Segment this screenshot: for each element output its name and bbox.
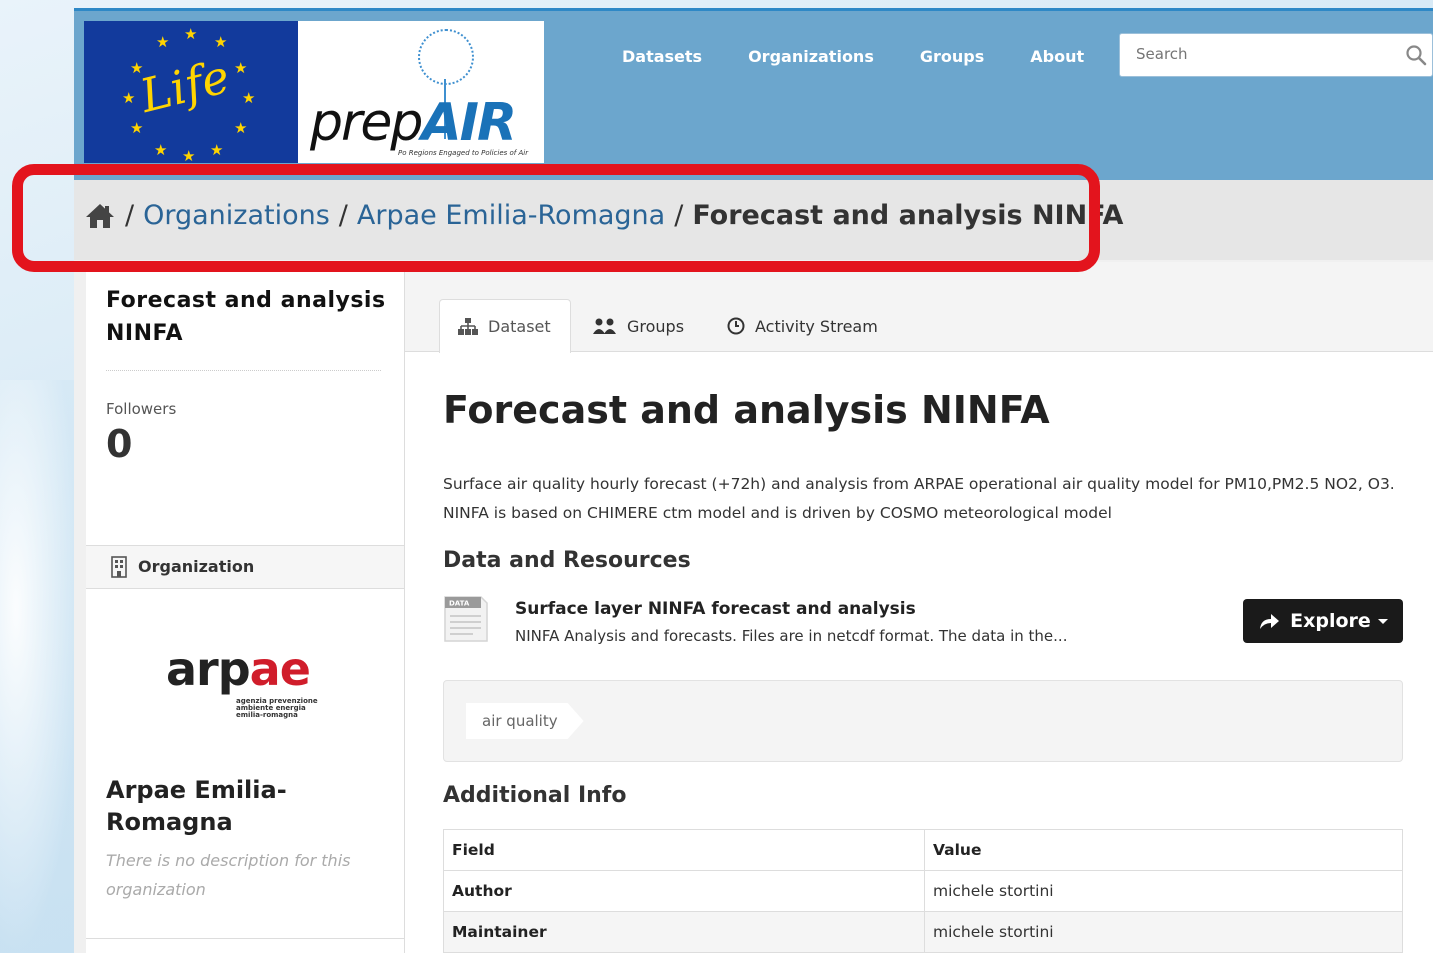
site-container: ★ ★ ★ ★ ★ ★ ★ ★ ★ ★ ★ ★ Life prepAIR Po …: [74, 8, 1433, 953]
additional-info-heading: Additional Info: [443, 783, 627, 808]
tabs-bar: Dataset Groups Activity Stream: [405, 262, 1433, 353]
table-header-row: Field Value: [443, 829, 1403, 871]
explore-button[interactable]: Explore: [1243, 599, 1403, 643]
tag-list: air quality: [443, 680, 1403, 762]
star-icon: ★: [234, 59, 248, 77]
tab-activity-stream-label: Activity Stream: [755, 316, 878, 336]
resources-heading: Data and Resources: [443, 548, 691, 573]
table-cell-field: Maintainer: [443, 911, 925, 953]
breadcrumb-organization[interactable]: Arpae Emilia-Romagna: [357, 200, 665, 231]
nav-groups[interactable]: Groups: [920, 47, 984, 66]
nav-datasets[interactable]: Datasets: [622, 47, 702, 66]
additional-info-table: Field Value Author michele stortini Main…: [443, 829, 1403, 953]
prepair-tagline: Po Regions Engaged to Policies of Air: [398, 149, 529, 157]
data-file-icon[interactable]: DATA: [443, 595, 489, 643]
tab-dataset[interactable]: Dataset: [439, 299, 571, 353]
star-icon: ★: [214, 33, 228, 51]
sidebar-dataset-title: Forecast and analysis NINFA: [106, 288, 386, 346]
resource-title[interactable]: Surface layer NINFA forecast and analysi…: [515, 599, 916, 619]
home-icon[interactable]: [84, 202, 116, 230]
star-icon: ★: [130, 119, 144, 137]
followers-count: 0: [106, 422, 133, 466]
prepair-logo[interactable]: prepAIR Po Regions Engaged to Policies o…: [298, 21, 544, 163]
tab-activity-stream[interactable]: Activity Stream: [727, 299, 878, 353]
tag-item[interactable]: air quality: [466, 703, 584, 739]
table-row: Author michele stortini: [443, 870, 1403, 912]
masthead: ★ ★ ★ ★ ★ ★ ★ ★ ★ ★ ★ ★ Life prepAIR Po …: [74, 8, 1433, 180]
star-icon: ★: [234, 119, 248, 137]
star-icon: ★: [242, 89, 256, 107]
data-file-icon-label: DATA: [449, 600, 470, 608]
star-icon: ★: [210, 141, 224, 159]
main-nav: Datasets Organizations Groups About: [622, 47, 1130, 66]
caret-down-icon: [1377, 618, 1388, 624]
star-icon: ★: [156, 33, 170, 51]
arpae-logo-subtext: agenzia prevenzione ambiente energia emi…: [236, 697, 318, 719]
dataset-notes: Surface air quality hourly forecast (+72…: [443, 475, 1395, 522]
explore-button-label: Explore: [1290, 610, 1371, 632]
dandelion-icon: [418, 29, 474, 139]
search-icon[interactable]: [1404, 43, 1428, 67]
breadcrumb-current[interactable]: Forecast and analysis NINFA: [692, 200, 1123, 231]
nav-about[interactable]: About: [1030, 47, 1084, 66]
resource-description: NINFA Analysis and forecasts. Files are …: [515, 627, 1068, 645]
breadcrumb-separator: /: [125, 200, 135, 231]
tab-groups-label: Groups: [627, 316, 685, 336]
followers-label: Followers: [106, 400, 177, 418]
search-box: [1119, 33, 1433, 77]
tab-groups[interactable]: Groups: [593, 299, 684, 353]
life-logo-text: Life: [134, 48, 235, 124]
table-cell-field: Author: [443, 870, 925, 912]
nav-organizations[interactable]: Organizations: [748, 47, 874, 66]
dataset-title: Forecast and analysis NINFA: [443, 388, 1050, 432]
arpae-logo[interactable]: arpae agenzia prevenzione ambiente energ…: [166, 642, 326, 742]
sitemap-icon: [458, 317, 478, 335]
breadcrumb-separator: /: [338, 200, 348, 231]
content-wrapper: Forecast and analysis NINFA Followers 0 …: [86, 262, 1433, 953]
divider: [106, 370, 381, 371]
life-logo[interactable]: ★ ★ ★ ★ ★ ★ ★ ★ ★ ★ ★ ★ Life: [84, 21, 298, 163]
table-row: Maintainer michele stortini: [443, 911, 1403, 953]
star-icon: ★: [122, 89, 136, 107]
breadcrumb-organizations[interactable]: Organizations: [143, 200, 330, 231]
table-header-value: Value: [924, 829, 1403, 871]
star-icon: ★: [182, 147, 196, 164]
divider: [86, 938, 404, 939]
search-input[interactable]: [1134, 44, 1398, 64]
clock-icon: [727, 317, 745, 335]
breadcrumb-separator: /: [674, 200, 684, 231]
building-icon: [111, 556, 127, 578]
breadcrumb: / Organizations / Arpae Emilia-Romagna /…: [84, 200, 1123, 231]
organization-name[interactable]: Arpae Emilia-Romagna: [106, 774, 366, 838]
prepair-logo-text: prepAIR: [310, 93, 517, 153]
group-icon: [593, 318, 616, 334]
toolbar: / Organizations / Arpae Emilia-Romagna /…: [74, 180, 1433, 260]
tab-dataset-label: Dataset: [488, 317, 551, 336]
main-content: Dataset Groups Activity Stream Forecast …: [405, 262, 1433, 953]
table-cell-value: michele stortini: [924, 911, 1403, 953]
organization-heading-label: Organization: [138, 557, 255, 576]
share-arrow-icon: [1260, 614, 1280, 629]
star-icon: ★: [184, 25, 198, 43]
background-decoration: [0, 380, 80, 953]
arpae-logo-text: arpae: [166, 642, 311, 696]
table-cell-value: michele stortini: [924, 870, 1403, 912]
organization-heading: Organization: [86, 545, 404, 589]
organization-description: There is no description for this organiz…: [106, 851, 351, 899]
sidebar: Forecast and analysis NINFA Followers 0 …: [86, 262, 405, 953]
table-header-field: Field: [443, 829, 925, 871]
star-icon: ★: [154, 141, 168, 159]
